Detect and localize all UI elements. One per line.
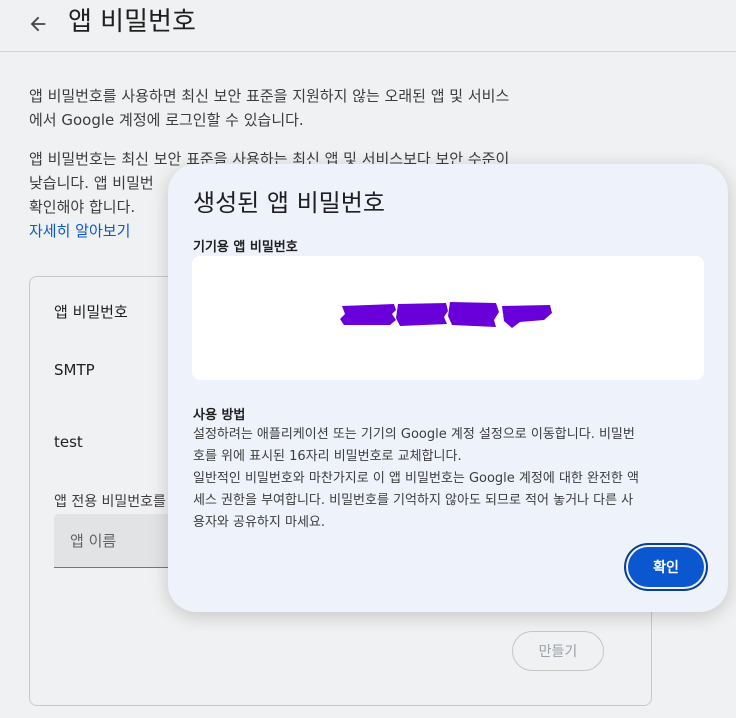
card-title: 앱 비밀번호: [54, 303, 128, 321]
page-title: 앱 비밀번호: [68, 7, 196, 37]
howto-text-line: 설정하려는 애플리케이션 또는 기기의 Google 계정 설정으로 이동합니다…: [193, 427, 635, 442]
arrow-back-icon: [30, 16, 46, 32]
create-button[interactable]: 만들기: [512, 631, 604, 671]
redacted-password: [340, 302, 552, 328]
confirm-button[interactable]: 확인: [628, 547, 704, 587]
dialog-title: 생성된 앱 비밀번호: [193, 189, 385, 217]
intro-text-line: 에서 Google 계정에 로그인할 수 있습니다.: [29, 111, 304, 129]
back-button[interactable]: [24, 10, 52, 38]
howto-text-line: 용자와 공유하지 마세요.: [193, 515, 325, 530]
app-password-item[interactable]: SMTP: [54, 361, 95, 379]
howto-text-line: 호를 위에 표시된 16자리 비밀번호로 교체합니다.: [193, 449, 462, 464]
generated-password-dialog: 생성된 앱 비밀번호 기기용 앱 비밀번호 사용 방법 설정하려는 애플리케이션…: [168, 164, 728, 612]
app-name-placeholder: 앱 이름: [70, 532, 117, 550]
password-box: [192, 256, 704, 380]
dialog-subtitle: 기기용 앱 비밀번호: [193, 240, 298, 255]
learn-more-link[interactable]: 자세히 알아보기: [29, 219, 130, 243]
intro-text-line: 앱 비밀번호를 사용하면 최신 보안 표준을 지원하지 않는 오래된 앱 및 서…: [29, 87, 510, 105]
howto-text-line: 세스 권한을 부여합니다. 비밀번호를 기억하지 않아도 되므로 적어 놓거나 …: [193, 493, 634, 508]
top-bar: 앱 비밀번호: [0, 0, 736, 52]
howto-title: 사용 방법: [193, 408, 246, 423]
howto-text-line: 일반적인 비밀번호와 마찬가지로 이 앱 비밀번호는 Google 계정에 대한…: [193, 471, 639, 486]
create-label: 앱 전용 비밀번호를: [54, 494, 166, 510]
app-password-item[interactable]: test: [54, 433, 83, 451]
